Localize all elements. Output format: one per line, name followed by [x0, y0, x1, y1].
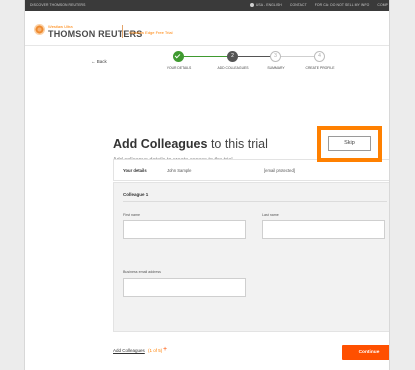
colleague-form: Colleague 1 First name Last name Busines…	[113, 182, 389, 332]
your-details-email: [email protected]	[264, 168, 295, 173]
step-2-label: ADD COLLEAGUES	[217, 66, 249, 70]
your-details-row: Your details John Sample [email protecte…	[113, 159, 389, 181]
step-2-active: 2	[227, 51, 238, 62]
more-link[interactable]: COMP	[377, 3, 388, 7]
colleague-count: (1 of 5)	[148, 348, 163, 353]
email-input[interactable]	[123, 278, 246, 297]
step-connector-1	[184, 56, 229, 57]
email-label: Business email address	[123, 270, 161, 274]
your-details-name: John Sample	[167, 168, 192, 173]
globe-icon	[249, 3, 254, 7]
free-trial-link[interactable]: Westlaw Edge Free Trial	[129, 30, 173, 35]
thomson-reuters-logo-icon[interactable]	[34, 24, 45, 35]
back-link[interactable]: ← Back	[91, 59, 107, 64]
screenshot-frame: DISCOVER THOMSON REUTERS USA - ENGLISH C…	[24, 0, 390, 370]
continue-button[interactable]: Continue	[342, 345, 389, 360]
top-utility-bar: DISCOVER THOMSON REUTERS USA - ENGLISH C…	[25, 0, 389, 11]
page-title: Add Colleagues to this trial	[113, 137, 268, 151]
last-name-input[interactable]	[262, 220, 385, 239]
header-divider	[122, 25, 123, 38]
step-connector-2	[238, 56, 273, 57]
skip-highlight-box: Skip	[317, 126, 382, 162]
step-1-label: YOUR DETAILS	[166, 66, 192, 70]
your-details-label: Your details	[123, 168, 147, 173]
step-4-label: CREATE PROFILE	[305, 66, 335, 70]
add-colleagues-link[interactable]: Add Colleagues	[113, 348, 145, 353]
contact-link[interactable]: CONTACT	[290, 3, 307, 7]
step-3-pending: 3	[270, 51, 281, 62]
step-connector-3	[281, 56, 316, 57]
discover-menu[interactable]: DISCOVER THOMSON REUTERS	[30, 3, 85, 7]
language-selector[interactable]: USA - ENGLISH	[249, 3, 282, 7]
step-3-label: SUMMARY	[267, 66, 285, 70]
add-plus-icon[interactable]: +	[163, 346, 167, 353]
step-4-pending: 4	[314, 51, 325, 62]
colleague-divider	[123, 201, 387, 202]
first-name-label: First name	[123, 213, 140, 217]
utility-links: USA - ENGLISH CONTACT FOR CA: DO NOT SEL…	[243, 3, 388, 7]
last-name-label: Last name	[262, 213, 279, 217]
skip-button[interactable]: Skip	[328, 136, 371, 151]
checkmark-icon	[174, 52, 181, 59]
colleague-heading: Colleague 1	[123, 192, 149, 197]
site-header: Westlaw Ultra THOMSON REUTERS Westlaw Ed…	[25, 11, 389, 46]
first-name-input[interactable]	[123, 220, 246, 239]
step-1-done-icon	[173, 51, 184, 62]
do-not-sell-link[interactable]: FOR CA: DO NOT SELL MY INFO	[315, 3, 370, 7]
